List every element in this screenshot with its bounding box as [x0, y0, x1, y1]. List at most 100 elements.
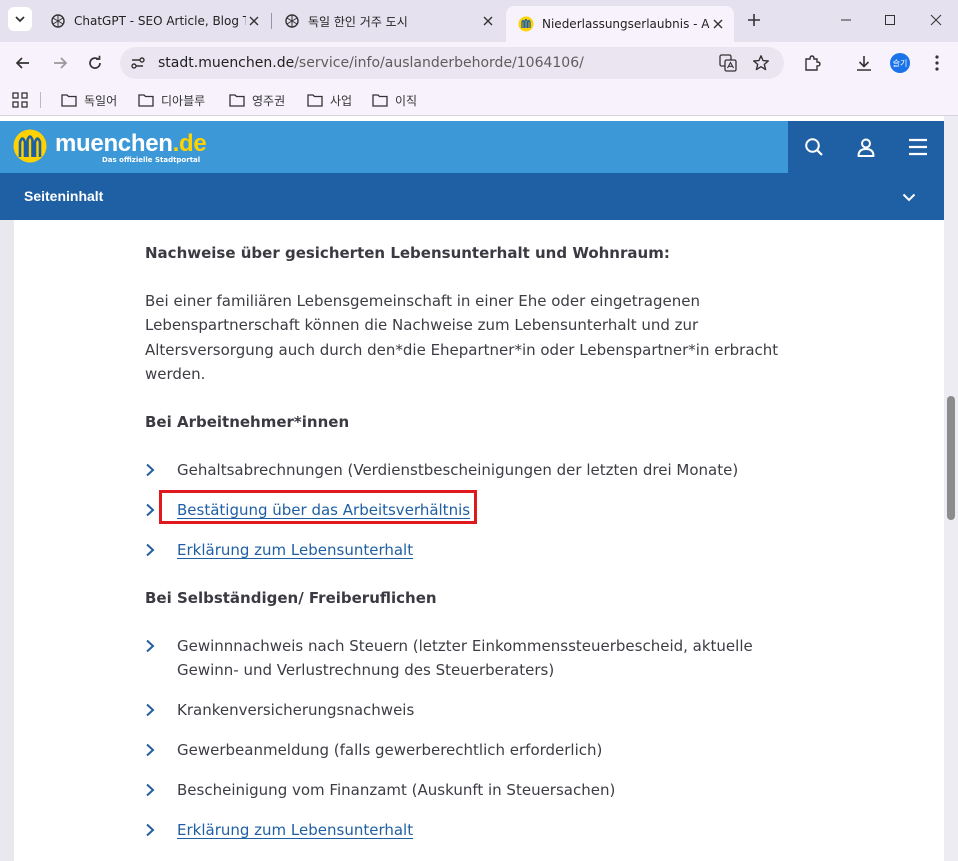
apps-grid-icon[interactable]	[12, 92, 28, 108]
intro-paragraph: Bei einer familiären Lebensgemeinschaft …	[145, 289, 795, 386]
logo-name: muenchen	[55, 130, 173, 157]
search-icon	[805, 138, 823, 156]
chevron-down-icon	[15, 16, 25, 23]
bookmarks-separator	[40, 92, 41, 108]
list-item-text: Gewerbeanmeldung (falls gewerberechtlich…	[177, 741, 603, 759]
page-left-gutter	[0, 220, 14, 861]
site-menu-button[interactable]	[906, 135, 930, 159]
folder-icon	[138, 94, 154, 107]
chatgpt-icon	[51, 14, 65, 28]
bookmark-star-button[interactable]	[751, 53, 771, 73]
list-item: Gewinnnachweis nach Steuern (letzter Ein…	[145, 634, 785, 682]
bookmark-label: 독일어	[84, 93, 118, 108]
browser-menu-button[interactable]	[926, 52, 948, 74]
tune-icon	[131, 57, 145, 69]
bookmark-label: 사업	[330, 93, 353, 108]
translate-button[interactable]	[718, 53, 738, 73]
bookmark-folder[interactable]: 이직	[372, 90, 417, 110]
page-scrollbar-thumb[interactable]	[947, 396, 955, 520]
arrow-left-icon	[15, 57, 29, 69]
back-button[interactable]	[11, 51, 35, 75]
chevron-right-icon	[145, 698, 177, 722]
browser-toolbar: stadt.muenchen.de/service/info/auslander…	[0, 42, 958, 84]
tab-search-button[interactable]	[8, 7, 32, 31]
list-item: Gehaltsabrechnungen (Verdienstbescheinig…	[145, 458, 785, 482]
header-actions	[788, 121, 944, 173]
maximize-button[interactable]	[880, 10, 900, 30]
list-item: Gewerbeanmeldung (falls gewerberechtlich…	[145, 738, 785, 762]
extensions-button[interactable]	[801, 52, 823, 74]
translate-icon	[719, 54, 737, 72]
bookmark-folder[interactable]: 독일어	[61, 90, 117, 110]
url-path: /service/info/auslanderbehorde/1064106/	[294, 55, 584, 71]
logo-tld: .de	[172, 130, 207, 157]
subheading-selfemployed: Bei Selbständigen/ Freiberuflichen	[145, 589, 437, 607]
bookmark-folder[interactable]: 사업	[307, 90, 352, 110]
user-icon	[857, 138, 875, 157]
link-erklaerung-lebensunterhalt[interactable]: Erklärung zum Lebensunterhalt	[177, 541, 413, 559]
reload-button[interactable]	[83, 51, 107, 75]
chatgpt-icon	[285, 14, 299, 28]
folder-icon	[307, 94, 323, 107]
bookmark-folder[interactable]: 디아블루	[138, 90, 205, 110]
muenchen-logo-icon[interactable]	[13, 129, 47, 163]
tab-chatgpt-seo[interactable]: ChatGPT - SEO Article, Blog T	[38, 6, 270, 36]
paragraph-line: werden.	[145, 364, 206, 383]
chevron-right-icon	[145, 458, 177, 482]
bookmark-label: 디아블루	[161, 93, 206, 108]
chevron-down-icon	[898, 186, 920, 208]
site-account-button[interactable]	[854, 135, 878, 159]
section-heading: Nachweise über gesicherten Lebensunterha…	[145, 244, 670, 262]
muenchen-icon	[518, 16, 534, 32]
url-text[interactable]: stadt.muenchen.de/service/info/auslander…	[158, 55, 584, 71]
minimize-icon	[841, 19, 851, 21]
more-vertical-icon	[935, 55, 939, 71]
close-icon[interactable]	[710, 16, 726, 32]
close-window-button[interactable]	[926, 10, 946, 30]
profile-avatar[interactable]: 슬기	[890, 53, 910, 73]
star-icon	[753, 55, 769, 71]
address-bar[interactable]: stadt.muenchen.de/service/info/auslander…	[120, 47, 784, 79]
reload-icon	[89, 55, 101, 69]
site-search-button[interactable]	[802, 135, 826, 159]
chevron-right-icon	[145, 634, 177, 682]
paragraph-line: Lebenspartnerschaft können die Nachweise…	[145, 316, 699, 335]
paragraph-line: Bei einer familiären Lebensgemeinschaft …	[145, 292, 700, 310]
list-item-line: Gewinnnachweis nach Steuern (letzter Ein…	[177, 637, 753, 655]
bookmark-folder[interactable]: 영주권	[229, 90, 285, 110]
tab-korean-cities[interactable]: 독일 한인 거주 도시	[272, 6, 504, 36]
list-item-text: Krankenversicherungsnachweis	[177, 701, 415, 719]
minimize-button[interactable]	[836, 10, 856, 30]
maximize-icon	[885, 15, 895, 25]
paragraph-line: Altersversorgung auch durch den*die Ehep…	[145, 340, 779, 359]
new-tab-button[interactable]	[744, 10, 764, 30]
download-icon	[857, 56, 871, 71]
close-icon[interactable]	[246, 13, 262, 29]
page-content-toggle-label: Seiteninhalt	[24, 188, 104, 204]
downloads-button[interactable]	[853, 52, 875, 74]
list-item-text: Gewinnnachweis nach Steuern (letzter Ein…	[177, 634, 785, 682]
forward-button[interactable]	[48, 51, 72, 75]
page-content-toggle[interactable]: Seiteninhalt	[0, 173, 944, 220]
logo-subtitle: Das offizielle Stadtportal	[102, 156, 201, 164]
site-logo-text[interactable]: muenchen.de	[55, 130, 207, 158]
chevron-right-icon	[145, 818, 177, 842]
tab-title: Niederlassungserlaubnis - Au	[542, 17, 710, 31]
url-host: stadt.muenchen.de	[158, 55, 295, 71]
chevron-right-icon	[145, 778, 177, 802]
tab-niederlassungserlaubnis[interactable]: Niederlassungserlaubnis - Au	[506, 6, 734, 42]
close-icon	[930, 14, 942, 26]
tab-title: 독일 한인 거주 도시	[308, 14, 408, 29]
close-icon[interactable]	[480, 13, 496, 29]
bookmark-label: 영주권	[252, 93, 286, 108]
link-erklaerung-lebensunterhalt-selbstaendig[interactable]: Erklärung zum Lebensunterhalt	[177, 821, 413, 839]
tab-title: ChatGPT - SEO Article, Blog T	[74, 14, 246, 28]
site-info-button[interactable]	[128, 53, 148, 73]
hamburger-menu-icon	[909, 138, 927, 156]
puzzle-icon	[805, 55, 821, 71]
list-item-text: Bescheinigung vom Finanzamt (Auskunft in…	[177, 781, 616, 799]
highlight-box	[159, 490, 477, 524]
plus-icon	[748, 14, 760, 26]
list-item: Krankenversicherungsnachweis	[145, 698, 785, 722]
list-item: Erklärung zum Lebensunterhalt	[145, 538, 785, 562]
